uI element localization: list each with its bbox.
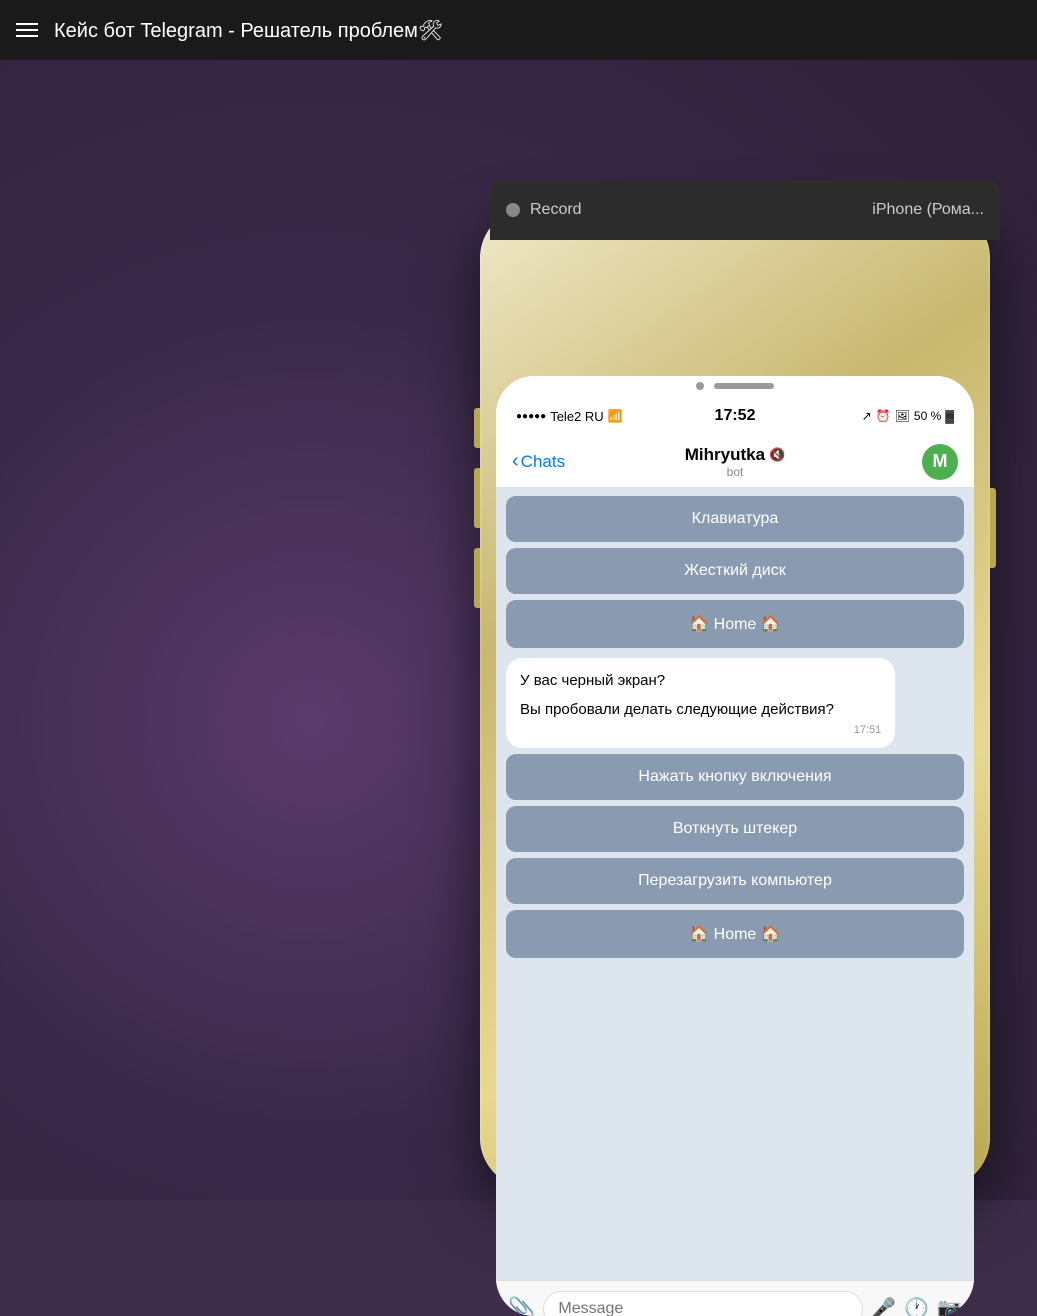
avatar[interactable]: M [922,444,958,480]
phone-btn-vol-up [474,468,480,528]
photo-icon: 🖼 [895,409,910,423]
back-chevron-icon: ‹ [512,450,519,473]
status-right-group: ↗ ⏰ 🖼 50 % ▓ [862,409,954,423]
phone-btn-power [990,488,996,568]
phone-btn-vol-down [474,548,480,608]
speaker [714,383,774,389]
home-button-top[interactable]: 🏠 Home 🏠 [506,600,964,648]
top-bar: Кейс бот Telegram - Решатель проблем🛠 [0,0,1037,60]
camera-icon[interactable]: 📷 [937,1296,962,1316]
chat-title: Mihryutka 🔇 [685,445,785,465]
battery-percent: 50 % [914,409,941,423]
record-bar: Record iPhone (Рома... [490,180,1000,240]
message-line2: Вы пробовали делать следующие действия? [520,699,881,720]
record-dot [506,203,520,217]
attach-icon[interactable]: 📎 [508,1296,535,1316]
input-bar: 📎 🎤 🕐 📷 [496,1280,974,1316]
page-title: Кейс бот Telegram - Решатель проблем🛠 [54,18,443,43]
front-camera [696,382,704,390]
harddisk-button[interactable]: Жесткий диск [506,548,964,594]
nav-title-area: Mihryutka 🔇 bot [685,445,785,479]
alarm-icon: ⏰ [876,409,891,423]
battery-icon: ▓ [945,409,954,423]
home-button-bottom[interactable]: 🏠 Home 🏠 [506,910,964,958]
message-bubble: У вас черный экран? Вы пробовали делать … [506,658,895,748]
input-right-icons: 🎤 🕐 📷 [871,1296,962,1316]
mute-icon: 🔇 [769,447,785,463]
microphone-icon[interactable]: 🎤 [871,1296,896,1316]
phone-screen: ●●●●● Tele2 RU 📶 17:52 ↗ ⏰ 🖼 50 % ▓ ‹ Ch… [496,376,974,1316]
clock-icon[interactable]: 🕐 [904,1296,929,1316]
phone-frame: ●●●●● Tele2 RU 📶 17:52 ↗ ⏰ 🖼 50 % ▓ ‹ Ch… [480,208,990,1188]
restart-button[interactable]: Перезагрузить компьютер [506,858,964,904]
chat-area[interactable]: Клавиатура Жесткий диск 🏠 Home 🏠 У вас ч… [496,488,974,1280]
direction-icon: ↗ [862,409,872,423]
chat-subtitle: bot [685,465,785,479]
device-label: iPhone (Рома... [872,201,984,219]
nav-bar: ‹ Chats Mihryutka 🔇 bot M [496,436,974,488]
back-button[interactable]: ‹ Chats [512,450,565,473]
carrier-name: Tele2 RU [550,409,603,424]
message-time: 17:51 [520,724,881,736]
keyboard-button[interactable]: Клавиатура [506,496,964,542]
phone-area: Record iPhone (Рома... ●●●●● Tele2 RU 📶 … [480,60,1000,1200]
status-time: 17:52 [715,407,756,425]
power-button[interactable]: Нажать кнопку включения [506,754,964,800]
signal-dots: ●●●●● [516,411,546,422]
menu-icon[interactable] [16,23,38,37]
phone-btn-mute [474,408,480,448]
avatar-letter: M [933,451,948,472]
plug-button[interactable]: Воткнуть штекер [506,806,964,852]
back-label: Chats [521,452,565,472]
status-bar: ●●●●● Tele2 RU 📶 17:52 ↗ ⏰ 🖼 50 % ▓ [496,396,974,436]
chat-name: Mihryutka [685,445,765,465]
wifi-icon: 📶 [608,409,623,423]
message-input[interactable] [543,1291,863,1316]
message-line1: У вас черный экран? [520,670,881,691]
record-label: Record [530,201,582,219]
